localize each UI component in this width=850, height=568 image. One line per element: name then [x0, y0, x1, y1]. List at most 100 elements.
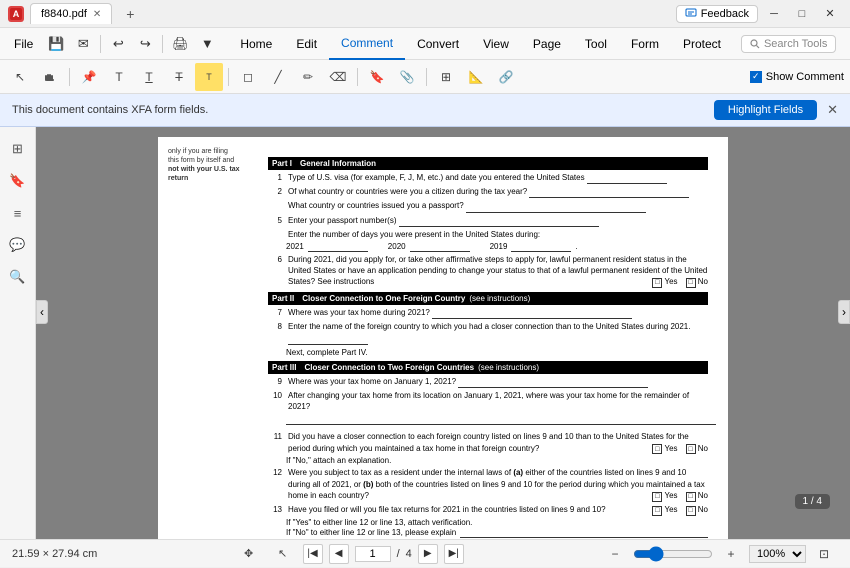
underline-icon[interactable]: T: [135, 63, 163, 91]
row-11-note: If "No," attach an explanation.: [286, 456, 708, 465]
separator3: [69, 68, 70, 86]
cursor-mode-icon[interactable]: ✥: [235, 540, 263, 568]
titlebar-right: Feedback ─ □ ✕: [676, 4, 842, 24]
tab-edit[interactable]: Edit: [284, 28, 329, 60]
menu-file[interactable]: File: [4, 28, 43, 59]
pdf-page: only if you are filing this form by itse…: [158, 137, 728, 539]
show-comment-area: ✓ Show Comment: [750, 71, 844, 83]
line-icon[interactable]: ╱: [264, 63, 292, 91]
text-icon[interactable]: T: [105, 63, 133, 91]
zoom-in-icon[interactable]: +: [717, 540, 745, 568]
part-iii-header: Part III Closer Connection to Two Foreig…: [268, 361, 708, 374]
highlight-icon[interactable]: T: [195, 63, 223, 91]
comments-icon[interactable]: 💬: [4, 231, 32, 259]
bookmarks-icon[interactable]: 🔖: [4, 167, 32, 195]
page-separator: /: [397, 548, 400, 560]
tab-form[interactable]: Form: [619, 28, 671, 60]
feedback-button[interactable]: Feedback: [676, 5, 758, 23]
document-tab[interactable]: f8840.pdf ✕: [30, 3, 112, 24]
maximize-button[interactable]: □: [790, 4, 814, 24]
sticky-note-icon[interactable]: 📌: [75, 63, 103, 91]
table-icon[interactable]: ⊞: [432, 63, 460, 91]
page-badge: 1 / 4: [795, 494, 830, 509]
new-tab-button[interactable]: +: [118, 2, 142, 26]
top-note: only if you are filing this form by itse…: [168, 147, 240, 183]
minimize-button[interactable]: ─: [762, 4, 786, 24]
separator1: [100, 35, 101, 53]
pointer-icon[interactable]: ↖: [269, 540, 297, 568]
separator6: [426, 68, 427, 86]
undo-icon[interactable]: ↩: [105, 31, 131, 57]
first-page-btn[interactable]: |◀: [303, 544, 323, 564]
shapes-icon[interactable]: ◻: [234, 63, 262, 91]
titlebar: A f8840.pdf ✕ + Feedback ─ □ ✕: [0, 0, 850, 28]
redo-icon[interactable]: ↪: [132, 31, 158, 57]
highlight-fields-button[interactable]: Highlight Fields: [714, 100, 817, 120]
row-passport-country: What country or countries issued you a p…: [268, 200, 708, 212]
search-panel-icon[interactable]: 🔍: [4, 263, 32, 291]
tab-comment[interactable]: Comment: [329, 28, 405, 60]
svg-text:A: A: [13, 9, 20, 19]
comment-toolbar: ↖ 📌 T T T T ◻ ╱ ✏ ⌫ 🔖 📎 ⊞ 📐 🔗 ✓ Show Com…: [0, 60, 850, 94]
row-6: 6 During 2021, did you apply for, or tak…: [268, 254, 708, 288]
row-8: 8 Enter the name of the foreign country …: [268, 321, 708, 344]
next-page-btn[interactable]: ▶: [418, 544, 438, 564]
row-13: 13 Have you filed or will you file tax r…: [268, 504, 708, 516]
save-icon[interactable]: 💾: [43, 31, 69, 57]
hand-icon[interactable]: [36, 63, 64, 91]
row-9: 9 Where was your tax home on January 1, …: [268, 376, 708, 388]
tab-convert[interactable]: Convert: [405, 28, 471, 60]
layers-icon[interactable]: ≡: [4, 199, 32, 227]
show-comment-checkbox[interactable]: ✓: [750, 71, 762, 83]
row-11: 11 Did you have a closer connection to e…: [268, 431, 708, 454]
row-2: 2 Of what country or countries were you …: [268, 186, 708, 198]
year-fields-row: 2021 2020 2019 .: [286, 242, 708, 252]
left-panel-collapse[interactable]: ‹: [36, 300, 48, 324]
print-icon[interactable]: 🖨: [167, 31, 193, 57]
stamp-icon[interactable]: 🔖: [363, 63, 391, 91]
hand-tool-icon: [43, 70, 57, 84]
xfa-message: This document contains XFA form fields.: [12, 104, 208, 116]
part-i-header: Part I General Information: [268, 157, 708, 170]
zoom-area: − + 100% 75% 125% 150% ⊡: [601, 540, 838, 568]
tab-protect[interactable]: Protect: [671, 28, 733, 60]
dropdown-icon[interactable]: ▼: [194, 31, 220, 57]
strikethrough-icon[interactable]: T: [165, 63, 193, 91]
select-icon[interactable]: ↖: [6, 63, 34, 91]
tab-close-icon[interactable]: ✕: [93, 9, 101, 20]
separator5: [357, 68, 358, 86]
search-tools[interactable]: Search Tools: [741, 35, 836, 53]
close-button[interactable]: ✕: [818, 4, 842, 24]
thumbnails-icon[interactable]: ⊞: [4, 135, 32, 163]
pdf-area: only if you are filing this form by itse…: [36, 127, 850, 539]
menu-tabs: Home Edit Comment Convert View Page Tool…: [228, 28, 733, 60]
row-10-field: [286, 414, 716, 425]
banner-close-icon[interactable]: ✕: [827, 102, 838, 118]
page-dimensions: 21.59 × 27.94 cm: [12, 548, 97, 560]
feedback-icon: [685, 8, 697, 20]
attach-icon[interactable]: 📎: [393, 63, 421, 91]
tab-view[interactable]: View: [471, 28, 521, 60]
zoom-out-icon[interactable]: −: [601, 540, 629, 568]
page-nav: ✥ ↖ |◀ ◀ / 4 ▶ ▶|: [235, 540, 464, 568]
tab-tool[interactable]: Tool: [573, 28, 619, 60]
eraser-icon[interactable]: ⌫: [324, 63, 352, 91]
tab-page[interactable]: Page: [521, 28, 573, 60]
zoom-select[interactable]: 100% 75% 125% 150%: [749, 545, 806, 563]
link-icon[interactable]: 🔗: [492, 63, 520, 91]
email-icon[interactable]: ✉: [70, 31, 96, 57]
row-12: 12 Were you subject to tax as a resident…: [268, 467, 708, 501]
feedback-label: Feedback: [701, 8, 749, 20]
prev-page-btn[interactable]: ◀: [329, 544, 349, 564]
separator4: [228, 68, 229, 86]
fit-page-icon[interactable]: ⊡: [810, 540, 838, 568]
last-page-btn[interactable]: ▶|: [444, 544, 464, 564]
pencil-icon[interactable]: ✏: [294, 63, 322, 91]
page-input[interactable]: [355, 546, 391, 562]
xfa-banner: This document contains XFA form fields. …: [0, 94, 850, 127]
row-1: 1 Type of U.S. visa (for example, F, J, …: [268, 172, 708, 184]
measure-icon[interactable]: 📐: [462, 63, 490, 91]
right-panel-collapse[interactable]: ›: [838, 300, 850, 324]
zoom-slider[interactable]: [633, 546, 713, 562]
tab-home[interactable]: Home: [228, 28, 284, 60]
